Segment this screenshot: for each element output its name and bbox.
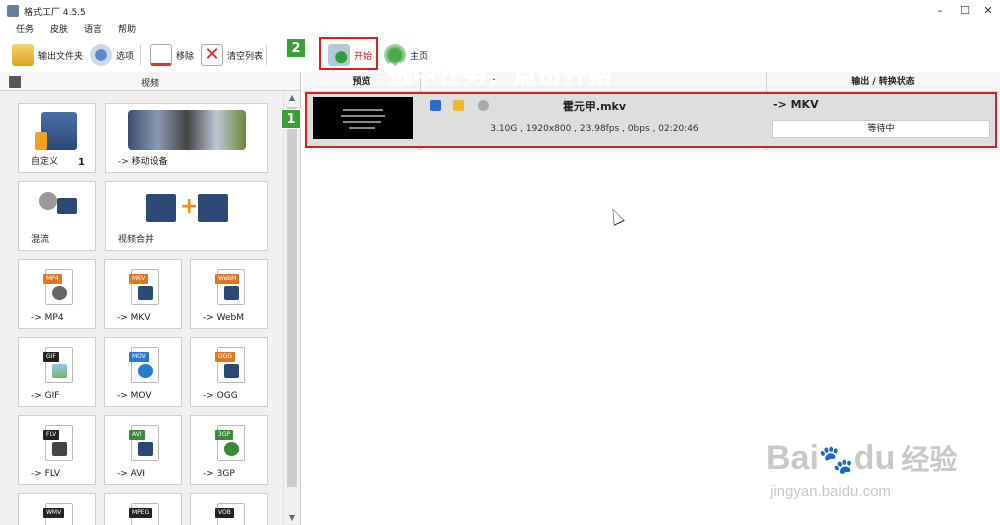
tile-mov[interactable]: MOV -> MOV [104,337,182,407]
watermark-cn: 经验 [901,444,958,475]
output-folder-button[interactable]: 输出文件夹 [12,42,83,68]
menu-bar: 任务 皮肤 语言 帮助 [0,22,144,38]
menu-language[interactable]: 语言 [76,22,110,38]
download-arrow-icon [35,132,47,150]
3gp-file-icon: 3GP [215,425,245,461]
toolbar-divider [266,45,267,65]
tile-label: -> WebM [203,313,245,323]
close-button[interactable]: ✕ [980,3,996,19]
tile-label: -> 移动设备 [118,157,168,167]
scroll-down-icon[interactable]: ▼ [284,511,300,525]
wmv-file-icon: WMV [43,503,73,525]
step-badge-1: 1 [281,109,301,129]
maximize-button[interactable]: ☐ [957,3,973,19]
tile-3gp[interactable]: 3GP -> 3GP [190,415,268,485]
clear-list-button[interactable]: ✕ 清空列表 [201,42,263,68]
tile-wmv[interactable]: WMV [18,493,96,525]
tile-gif[interactable]: GIF -> GIF [18,337,96,407]
tile-label: -> FLV [31,469,61,479]
webm-file-icon: WebM [215,269,245,305]
tile-ogg[interactable]: OGG -> OGG [190,337,268,407]
instruction-annotation: 选中任务，点击开始 [388,61,613,90]
step-badge-2: 2 [286,38,306,58]
watermark-brand: Bai [766,439,819,477]
tile-label: 视频合并 [118,235,155,245]
tile-mobile-devices[interactable]: -> 移动设备 [105,103,268,173]
minimize-button[interactable]: – [932,3,948,19]
tile-count: 1 [78,157,85,168]
scroll-up-icon[interactable]: ▲ [284,91,300,105]
options-label: 选项 [116,51,135,62]
film-icon [146,194,176,222]
options-button[interactable]: 选项 [90,42,134,68]
output-folder-label: 输出文件夹 [38,51,84,62]
ogg-file-icon: OGG [215,347,245,383]
tile-avi[interactable]: AVI -> AVI [104,415,182,485]
remove-icon [150,44,172,66]
column-status[interactable]: 输出 / 转换状态 [766,72,1000,92]
tile-vob[interactable]: VOB [190,493,268,525]
watermark-logo: Bai🐾du 经验 [766,438,957,478]
paw-icon: 🐾 [818,444,854,475]
watermark-brand2: du [853,439,896,477]
gear-icon [90,44,112,66]
category-header[interactable]: 视频 [0,72,300,91]
task-status: 等待中 [772,120,990,138]
watermark-url: jingyan.baidu.com [770,483,891,500]
tile-mkv[interactable]: MKV -> MKV [104,259,182,329]
remove-button[interactable]: 移除 [150,42,194,68]
video-thumbnail [313,97,413,139]
tile-custom[interactable]: 自定义 1 [18,103,96,173]
window-title: 格式工厂 4.5.5 [24,8,86,18]
tile-mp4[interactable]: MP4 -> MP4 [18,259,96,329]
clear-list-label: 清空列表 [227,51,264,62]
tile-label: -> GIF [31,391,60,401]
tile-video-join[interactable]: + 视频合并 [105,181,268,251]
film-icon [57,198,77,214]
folder-icon [12,44,34,66]
menu-help[interactable]: 帮助 [110,22,144,38]
tile-label: -> MOV [117,391,152,401]
mobile-devices-icon [128,110,246,150]
tile-mpeg[interactable]: MPEG [104,493,182,525]
tile-label: -> MKV [117,313,151,323]
tile-label: 混流 [31,235,50,245]
task-row[interactable]: 霍元甲.mkv 3.10G , 1920x800 , 23.98fps , 0b… [305,92,997,148]
category-scrollbar[interactable]: ▲ ▼ [283,91,299,525]
reel-icon [39,192,57,210]
task-file-info: 3.10G , 1920x800 , 23.98fps , 0bps , 02:… [490,124,699,134]
film-icon [198,194,228,222]
tile-label: -> AVI [117,469,146,479]
mkv-file-icon: MKV [129,269,159,305]
task-output-format: -> MKV [773,98,819,111]
mov-file-icon: MOV [129,347,159,383]
title-bar: 格式工厂 4.5.5 – ☐ ✕ [0,0,1000,22]
task-file-name: 霍元甲.mkv [562,100,627,113]
toolbar-divider [140,45,141,65]
avi-file-icon: AVI [129,425,159,461]
menu-task[interactable]: 任务 [0,22,42,38]
menu-skin[interactable]: 皮肤 [42,22,76,38]
tile-label: 自定义 [31,157,59,167]
category-panel: 视频 自定义 1 -> 移动设备 混流 + 视频合并 MP4 -> MP4 MK… [0,72,301,525]
tile-webm[interactable]: WebM -> WebM [190,259,268,329]
clear-icon: ✕ [201,44,223,66]
remove-label: 移除 [176,51,195,62]
scrollbar-thumb[interactable] [287,107,297,487]
category-title: 视频 [140,79,159,89]
mp4-file-icon: MP4 [43,269,73,305]
gif-file-icon: GIF [43,347,73,383]
mpeg-file-icon: MPEG [129,503,159,525]
start-highlight-box [319,37,378,70]
plus-icon: + [180,194,199,219]
flv-file-icon: FLV [43,425,73,461]
vob-file-icon: VOB [215,503,245,525]
tile-mux[interactable]: 混流 [18,181,96,251]
app-icon [7,5,19,17]
tile-label: -> 3GP [203,469,235,479]
tile-label: -> MP4 [31,313,64,323]
tile-label: -> OGG [203,391,238,401]
tile-flv[interactable]: FLV -> FLV [18,415,96,485]
